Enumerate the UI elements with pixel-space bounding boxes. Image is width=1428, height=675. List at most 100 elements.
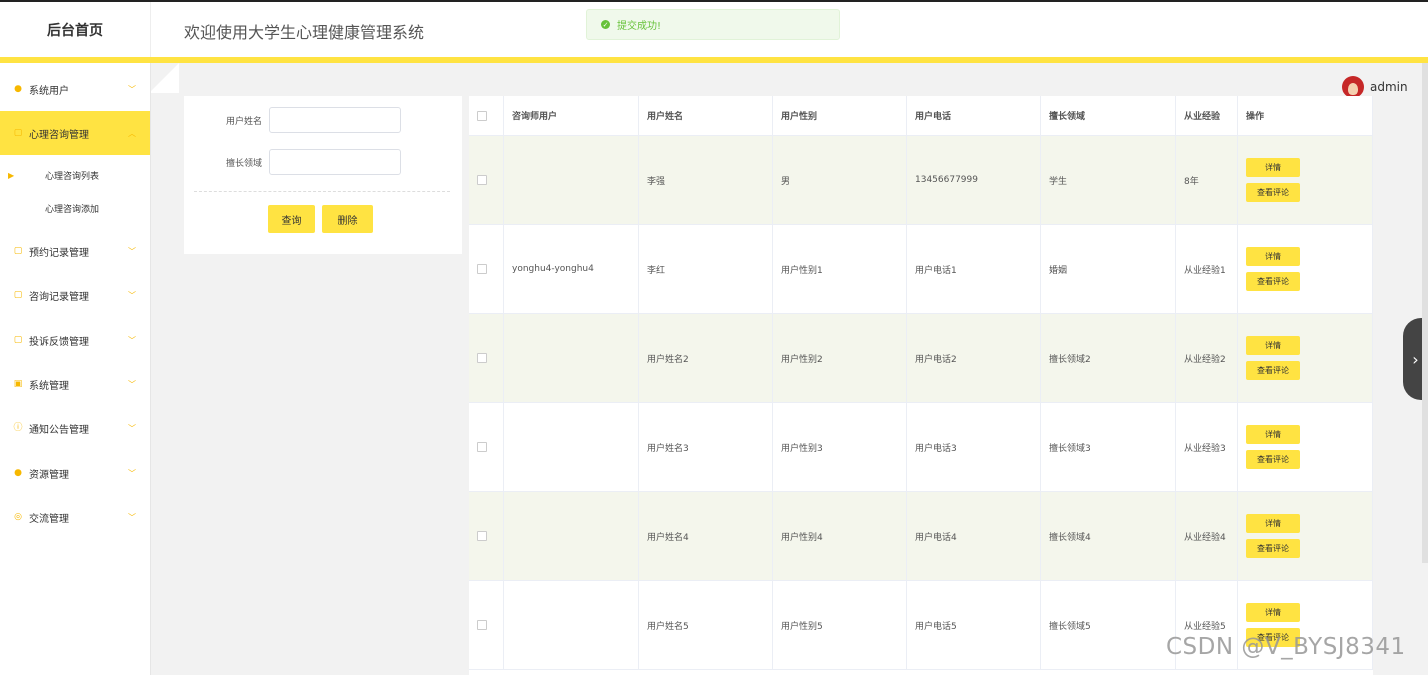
sidebar-subitem-label: 心理咨询列表 — [45, 171, 100, 182]
sidebar-item-label: 系统用户 — [29, 85, 69, 97]
cell-phone: 13456677999 — [907, 136, 1041, 224]
sidebar-subitem-label: 心理咨询添加 — [45, 204, 100, 215]
sidebar-item-system[interactable]: ▣ 系统管理 ﹀ — [0, 362, 150, 406]
column-header: 咨询师用户 — [504, 96, 639, 135]
sidebar-item-resources[interactable]: ● 资源管理 ﹀ — [0, 451, 150, 495]
cell-specialty: 擅长领域5 — [1041, 581, 1176, 669]
query-button[interactable]: 查询 — [268, 205, 315, 233]
row-checkbox[interactable] — [477, 264, 487, 274]
view-comments-button[interactable]: 查看评论 — [1246, 361, 1300, 380]
column-header: 擅长领域 — [1041, 96, 1176, 135]
sidebar-item-label: 交流管理 — [29, 513, 69, 525]
accent-bar — [0, 57, 1428, 63]
cell-actions: 详情 查看评论 — [1238, 136, 1373, 224]
cell-gender: 用户性别3 — [773, 403, 907, 491]
column-header: 用户姓名 — [639, 96, 773, 135]
sidebar-item-exchange[interactable]: ◎ 交流管理 ﹀ — [0, 495, 150, 539]
sidebar-item-consult-management[interactable]: ▢ 心理咨询管理 ︿ — [0, 111, 150, 155]
sidebar-item-label: 投诉反馈管理 — [29, 336, 89, 348]
detail-button[interactable]: 详情 — [1246, 603, 1300, 622]
cell-experience: 从业经验1 — [1176, 225, 1238, 313]
cell-specialty: 擅长领域2 — [1041, 314, 1176, 402]
cell-gender: 用户性别5 — [773, 581, 907, 669]
sidebar-item-label: 咨询记录管理 — [29, 291, 89, 303]
cell-consultant — [504, 136, 639, 224]
cell-consultant — [504, 492, 639, 580]
chevron-up-icon: ︿ — [128, 128, 136, 138]
column-header: 从业经验 — [1176, 96, 1238, 135]
row-checkbox[interactable] — [477, 620, 487, 630]
table-row: 用户姓名4 用户性别4 用户电话4 擅长领域4 从业经验4 详情 查看评论 — [469, 492, 1373, 581]
sidebar: ● 系统用户 ﹀ ▢ 心理咨询管理 ︿ ▶ 心理咨询列表 心理咨询添加 ▢ 预约… — [0, 63, 151, 675]
toast-text: 提交成功! — [617, 21, 662, 32]
cell-phone: 用户电话4 — [907, 492, 1041, 580]
folder-icon: ▢ — [13, 246, 23, 256]
image-icon: ▣ — [13, 379, 23, 389]
page-scrollbar[interactable] — [1422, 63, 1428, 563]
chevron-down-icon: ﹀ — [128, 246, 136, 256]
folder-icon: ▢ — [13, 128, 23, 138]
chevron-down-icon: ﹀ — [128, 84, 136, 94]
view-comments-button[interactable]: 查看评论 — [1246, 450, 1300, 469]
detail-button[interactable]: 详情 — [1246, 514, 1300, 533]
view-comments-button[interactable]: 查看评论 — [1246, 272, 1300, 291]
row-checkbox[interactable] — [477, 175, 487, 185]
cell-specialty: 擅长领域4 — [1041, 492, 1176, 580]
watermark: CSDN @V_BYSJ8341 — [1166, 634, 1406, 660]
chevron-down-icon: ﹀ — [128, 423, 136, 433]
sidebar-item-system-users[interactable]: ● 系统用户 ﹀ — [0, 67, 150, 111]
detail-button[interactable]: 详情 — [1246, 425, 1300, 444]
cell-gender: 男 — [773, 136, 907, 224]
search-input-specialty[interactable] — [269, 149, 401, 175]
sidebar-item-consult-records[interactable]: ▢ 咨询记录管理 ﹀ — [0, 273, 150, 317]
cell-specialty: 学生 — [1041, 136, 1176, 224]
sidebar-item-complaints[interactable]: ▢ 投诉反馈管理 ﹀ — [0, 318, 150, 362]
column-header: 操作 — [1238, 96, 1373, 135]
page-corner-fold — [151, 63, 179, 93]
view-comments-button[interactable]: 查看评论 — [1246, 539, 1300, 558]
search-input-username[interactable] — [269, 107, 401, 133]
sidebar-item-notices[interactable]: ⓘ 通知公告管理 ﹀ — [0, 406, 150, 450]
cell-experience: 从业经验2 — [1176, 314, 1238, 402]
info-icon: ⓘ — [13, 423, 23, 433]
row-checkbox[interactable] — [477, 353, 487, 363]
table-row: 用户姓名3 用户性别3 用户电话3 擅长领域3 从业经验3 详情 查看评论 — [469, 403, 1373, 492]
select-all-checkbox[interactable] — [477, 110, 487, 121]
sidebar-subitem-consult-list[interactable]: ▶ 心理咨询列表 — [0, 158, 150, 192]
column-header: 用户电话 — [907, 96, 1041, 135]
chevron-down-icon: ﹀ — [128, 468, 136, 478]
chevron-down-icon: ﹀ — [128, 512, 136, 522]
cell-gender: 用户性别2 — [773, 314, 907, 402]
cell-phone: 用户电话2 — [907, 314, 1041, 402]
column-header: 用户性别 — [773, 96, 907, 135]
detail-button[interactable]: 详情 — [1246, 247, 1300, 266]
cell-experience: 从业经验3 — [1176, 403, 1238, 491]
sidebar-item-appointment[interactable]: ▢ 预约记录管理 ﹀ — [0, 229, 150, 273]
user-menu[interactable]: admin — [1342, 76, 1408, 98]
cell-gender: 用户性别4 — [773, 492, 907, 580]
active-arrow-icon: ▶ — [8, 170, 15, 180]
sidebar-subitem-consult-add[interactable]: 心理咨询添加 — [0, 191, 150, 225]
brand-home[interactable]: 后台首页 — [0, 2, 151, 57]
cell-name: 用户姓名4 — [639, 492, 773, 580]
cell-actions: 详情 查看评论 — [1238, 225, 1373, 313]
table-header: 咨询师用户 用户姓名 用户性别 用户电话 擅长领域 从业经验 操作 — [469, 96, 1373, 136]
row-checkbox[interactable] — [477, 531, 487, 541]
table-row: 用户姓名2 用户性别2 用户电话2 擅长领域2 从业经验2 详情 查看评论 — [469, 314, 1373, 403]
chevron-down-icon: ﹀ — [128, 335, 136, 345]
row-checkbox[interactable] — [477, 442, 487, 452]
cell-consultant — [504, 403, 639, 491]
cell-name: 李强 — [639, 136, 773, 224]
detail-button[interactable]: 详情 — [1246, 158, 1300, 177]
row-checkbox-cell — [469, 136, 504, 224]
avatar — [1342, 76, 1364, 98]
delete-button[interactable]: 删除 — [322, 205, 373, 233]
header-checkbox-cell — [469, 96, 504, 135]
table-row: yonghu4-yonghu4 李红 用户性别1 用户电话1 婚姻 从业经验1 … — [469, 225, 1373, 314]
cell-name: 李红 — [639, 225, 773, 313]
table-row: 李强 男 13456677999 学生 8年 详情 查看评论 — [469, 136, 1373, 225]
cell-specialty: 婚姻 — [1041, 225, 1176, 313]
detail-button[interactable]: 详情 — [1246, 336, 1300, 355]
view-comments-button[interactable]: 查看评论 — [1246, 183, 1300, 202]
search-label-specialty: 擅长领域 — [225, 159, 262, 169]
